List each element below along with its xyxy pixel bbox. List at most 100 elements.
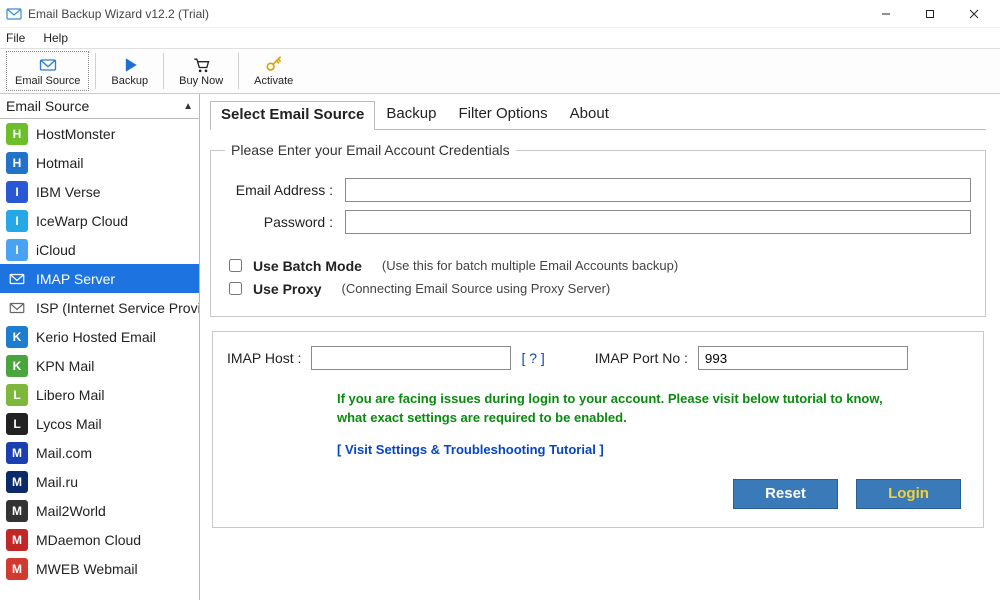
tab[interactable]: Filter Options <box>447 100 558 129</box>
source-icon: I <box>6 239 28 261</box>
sidebar-item[interactable]: M Mail2World <box>0 496 199 525</box>
sidebar-item[interactable]: I IBM Verse <box>0 177 199 206</box>
imap-port-field[interactable] <box>698 346 908 370</box>
sidebar-item-label: KPN Mail <box>36 358 94 374</box>
sidebar-item[interactable]: M MWEB Webmail <box>0 554 199 583</box>
menu-help[interactable]: Help <box>43 31 68 45</box>
close-button[interactable] <box>952 0 996 28</box>
sidebar-item-label: Kerio Hosted Email <box>36 329 156 345</box>
proxy-checkbox[interactable] <box>229 282 242 295</box>
tab-bar: Select Email SourceBackupFilter OptionsA… <box>210 100 986 130</box>
source-icon: L <box>6 384 28 406</box>
sidebar-item-label: Mail.com <box>36 445 92 461</box>
sidebar-item[interactable]: IMAP Server <box>0 264 199 293</box>
toolbar-backup-label: Backup <box>111 75 148 87</box>
sidebar-item-label: IBM Verse <box>36 184 101 200</box>
toolbar-activate[interactable]: Activate <box>245 51 302 91</box>
login-button[interactable]: Login <box>856 479 961 509</box>
toolbar-separator <box>95 53 96 89</box>
source-icon: K <box>6 355 28 377</box>
source-icon: M <box>6 471 28 493</box>
reset-button[interactable]: Reset <box>733 479 838 509</box>
sidebar-header: Email Source ▲ <box>0 94 199 119</box>
toolbar-email-source-label: Email Source <box>15 75 80 87</box>
tutorial-link[interactable]: [ Visit Settings & Troubleshooting Tutor… <box>337 442 604 457</box>
batch-mode-hint: (Use this for batch multiple Email Accou… <box>382 258 678 273</box>
imap-help-link[interactable]: [ ? ] <box>521 350 544 366</box>
imap-host-label: IMAP Host : <box>227 350 301 366</box>
source-icon: M <box>6 442 28 464</box>
proxy-label: Use Proxy <box>253 281 321 297</box>
imap-group: IMAP Host : [ ? ] IMAP Port No : If you … <box>212 331 984 528</box>
source-icon: M <box>6 558 28 580</box>
sidebar-item-label: Hotmail <box>36 155 83 171</box>
tab[interactable]: About <box>559 100 620 129</box>
tab[interactable]: Backup <box>375 100 447 129</box>
sidebar-item[interactable]: K KPN Mail <box>0 351 199 380</box>
batch-mode-label: Use Batch Mode <box>253 258 362 274</box>
play-icon <box>120 55 140 75</box>
email-source-icon <box>38 55 58 75</box>
source-icon: H <box>6 123 28 145</box>
source-icon: M <box>6 529 28 551</box>
sidebar-item[interactable]: M Mail.ru <box>0 467 199 496</box>
sidebar-title: Email Source <box>6 98 89 114</box>
proxy-hint: (Connecting Email Source using Proxy Ser… <box>341 281 610 296</box>
sidebar-item[interactable]: M Mail.com <box>0 438 199 467</box>
sidebar: Email Source ▲ H HostMonster H Hotmail I IBM … <box>0 94 200 600</box>
sidebar-item[interactable]: LLibero Mail <box>0 380 199 409</box>
imap-host-field[interactable] <box>311 346 511 370</box>
toolbar-email-source[interactable]: Email Source <box>6 51 89 91</box>
sidebar-item-label: Mail.ru <box>36 474 78 490</box>
menu-bar: File Help <box>0 28 1000 48</box>
sidebar-item[interactable]: L Lycos Mail <box>0 409 199 438</box>
sidebar-item-label: MDaemon Cloud <box>36 532 141 548</box>
sidebar-item-label: ISP (Internet Service Provider) <box>36 300 199 316</box>
sidebar-item-label: Lycos Mail <box>36 416 102 432</box>
sidebar-item[interactable]: H Hotmail <box>0 148 199 177</box>
cart-icon <box>191 55 211 75</box>
source-list[interactable]: H HostMonster H Hotmail I IBM Verse IIceWarp C… <box>0 119 199 600</box>
credentials-legend: Please Enter your Email Account Credenti… <box>225 142 516 158</box>
source-icon <box>6 297 28 319</box>
minimize-button[interactable] <box>864 0 908 28</box>
main-panel: Select Email SourceBackupFilter OptionsA… <box>200 94 1000 600</box>
sidebar-item-label: HostMonster <box>36 126 115 142</box>
title-bar: Email Backup Wizard v12.2 (Trial) <box>0 0 1000 28</box>
maximize-button[interactable] <box>908 0 952 28</box>
toolbar-buy-now[interactable]: Buy Now <box>170 51 232 91</box>
source-icon: M <box>6 500 28 522</box>
menu-file[interactable]: File <box>6 31 25 45</box>
sidebar-item-label: MWEB Webmail <box>36 561 138 577</box>
tab[interactable]: Select Email Source <box>210 101 375 130</box>
sidebar-item-label: iCloud <box>36 242 76 258</box>
sidebar-item[interactable]: ISP (Internet Service Provider) <box>0 293 199 322</box>
sidebar-item[interactable]: H HostMonster <box>0 119 199 148</box>
password-label: Password : <box>225 214 345 230</box>
source-icon <box>6 268 28 290</box>
password-field[interactable] <box>345 210 971 234</box>
window-title: Email Backup Wizard v12.2 (Trial) <box>28 7 864 21</box>
credentials-group: Please Enter your Email Account Credenti… <box>210 142 986 317</box>
scroll-up-icon[interactable]: ▲ <box>183 101 193 112</box>
sidebar-item-label: Mail2World <box>36 503 106 519</box>
toolbar: Email Source Backup Buy Now Activate <box>0 48 1000 94</box>
source-icon: H <box>6 152 28 174</box>
toolbar-backup[interactable]: Backup <box>102 51 157 91</box>
help-message: If you are facing issues during login to… <box>337 390 969 428</box>
sidebar-item[interactable]: M MDaemon Cloud <box>0 525 199 554</box>
sidebar-item[interactable]: IIceWarp Cloud <box>0 206 199 235</box>
imap-port-label: IMAP Port No : <box>595 350 688 366</box>
toolbar-activate-label: Activate <box>254 75 293 87</box>
sidebar-item[interactable]: IiCloud <box>0 235 199 264</box>
email-field[interactable] <box>345 178 971 202</box>
source-icon: L <box>6 413 28 435</box>
toolbar-buy-now-label: Buy Now <box>179 75 223 87</box>
source-icon: I <box>6 210 28 232</box>
source-icon: I <box>6 181 28 203</box>
batch-mode-checkbox[interactable] <box>229 259 242 272</box>
app-icon <box>6 6 22 22</box>
toolbar-separator <box>163 53 164 89</box>
sidebar-item-label: IMAP Server <box>36 271 115 287</box>
sidebar-item[interactable]: KKerio Hosted Email <box>0 322 199 351</box>
